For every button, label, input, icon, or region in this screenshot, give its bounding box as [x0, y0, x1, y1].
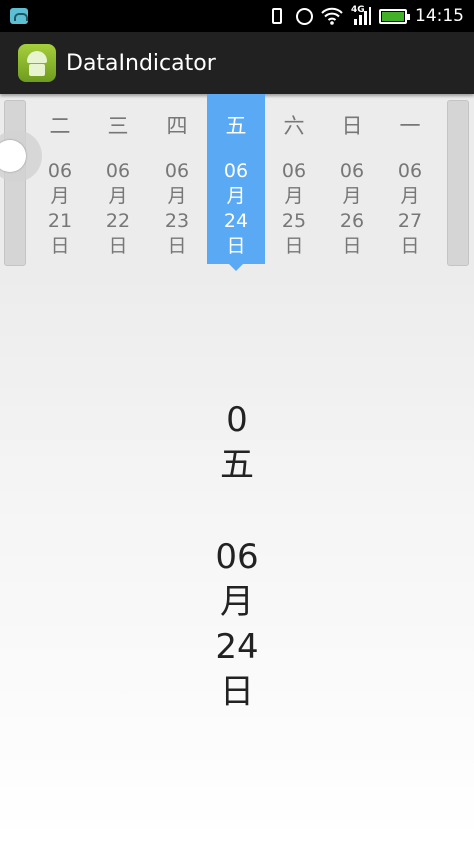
weekday-label: 一: [399, 114, 421, 138]
month-label: 06: [164, 160, 190, 182]
alarm-icon: [296, 7, 313, 25]
day-char: 日: [167, 235, 187, 257]
day-char: 日: [400, 235, 420, 257]
weekday-label: 四: [166, 114, 188, 138]
selected-month: 06: [215, 537, 259, 577]
day-char: 日: [284, 235, 304, 257]
day-label: 24: [223, 210, 249, 232]
date-item[interactable]: 三 06 月 22 日: [89, 94, 147, 264]
vibrate-icon: [272, 8, 282, 24]
month-label: 06: [105, 160, 131, 182]
day-label: 22: [105, 210, 131, 232]
weekday-label: 日: [341, 114, 363, 138]
selected-date-content: 0 五 06 月 24 日: [0, 398, 474, 715]
month-label: 06: [397, 160, 423, 182]
android-app-icon[interactable]: [18, 44, 56, 82]
day-label: 27: [397, 210, 423, 232]
action-bar: DataIndicator: [0, 32, 474, 94]
day-label: 21: [47, 210, 73, 232]
date-item[interactable]: 四 06 月 23 日: [148, 94, 206, 264]
signal-icon: 4G: [351, 5, 371, 25]
wifi-icon: [321, 7, 343, 25]
date-indicator[interactable]: 二 06 月 21 日 三 06 月 22 日 四 06 月 23 日 五 06…: [0, 94, 474, 272]
selected-weekday: 五: [220, 445, 254, 485]
selected-day-char: 日: [220, 672, 254, 712]
status-bar: 4G 14:15: [0, 0, 474, 32]
day-char: 日: [50, 235, 70, 257]
network-type: 4G: [351, 5, 365, 15]
selected-day: 24: [215, 627, 259, 667]
day-char: 日: [226, 235, 246, 257]
month-char: 月: [167, 185, 187, 207]
date-item[interactable]: 六 06 月 25 日: [265, 94, 323, 264]
weekday-label: 三: [107, 114, 129, 138]
notification-icon: [10, 8, 28, 24]
month-label: 06: [281, 160, 307, 182]
month-char: 月: [50, 185, 70, 207]
month-char: 月: [400, 185, 420, 207]
date-item-selected[interactable]: 五 06 月 24 日: [207, 94, 265, 271]
day-char: 日: [342, 235, 362, 257]
date-item[interactable]: 二 06 月 21 日: [31, 94, 89, 264]
app-title: DataIndicator: [66, 50, 216, 76]
day-label: 25: [281, 210, 307, 232]
clock: 14:15: [415, 6, 464, 26]
month-char: 月: [226, 185, 246, 207]
weekday-label: 六: [283, 114, 305, 138]
month-label: 06: [339, 160, 365, 182]
right-scroll-edge: [447, 100, 469, 266]
battery-icon: [379, 8, 410, 24]
date-item[interactable]: 日 06 月 26 日: [323, 94, 381, 264]
day-char: 日: [108, 235, 128, 257]
weekday-label: 五: [225, 114, 247, 138]
month-char: 月: [284, 185, 304, 207]
month-char: 月: [342, 185, 362, 207]
month-char: 月: [108, 185, 128, 207]
month-label: 06: [223, 160, 249, 182]
selected-month-char: 月: [220, 582, 254, 622]
left-scroll-edge: [4, 100, 26, 266]
day-label: 23: [164, 210, 190, 232]
date-item[interactable]: 一 06 月 27 日: [381, 94, 439, 264]
weekday-label: 二: [49, 114, 71, 138]
day-label: 26: [339, 210, 365, 232]
selected-index: 0: [226, 400, 248, 440]
